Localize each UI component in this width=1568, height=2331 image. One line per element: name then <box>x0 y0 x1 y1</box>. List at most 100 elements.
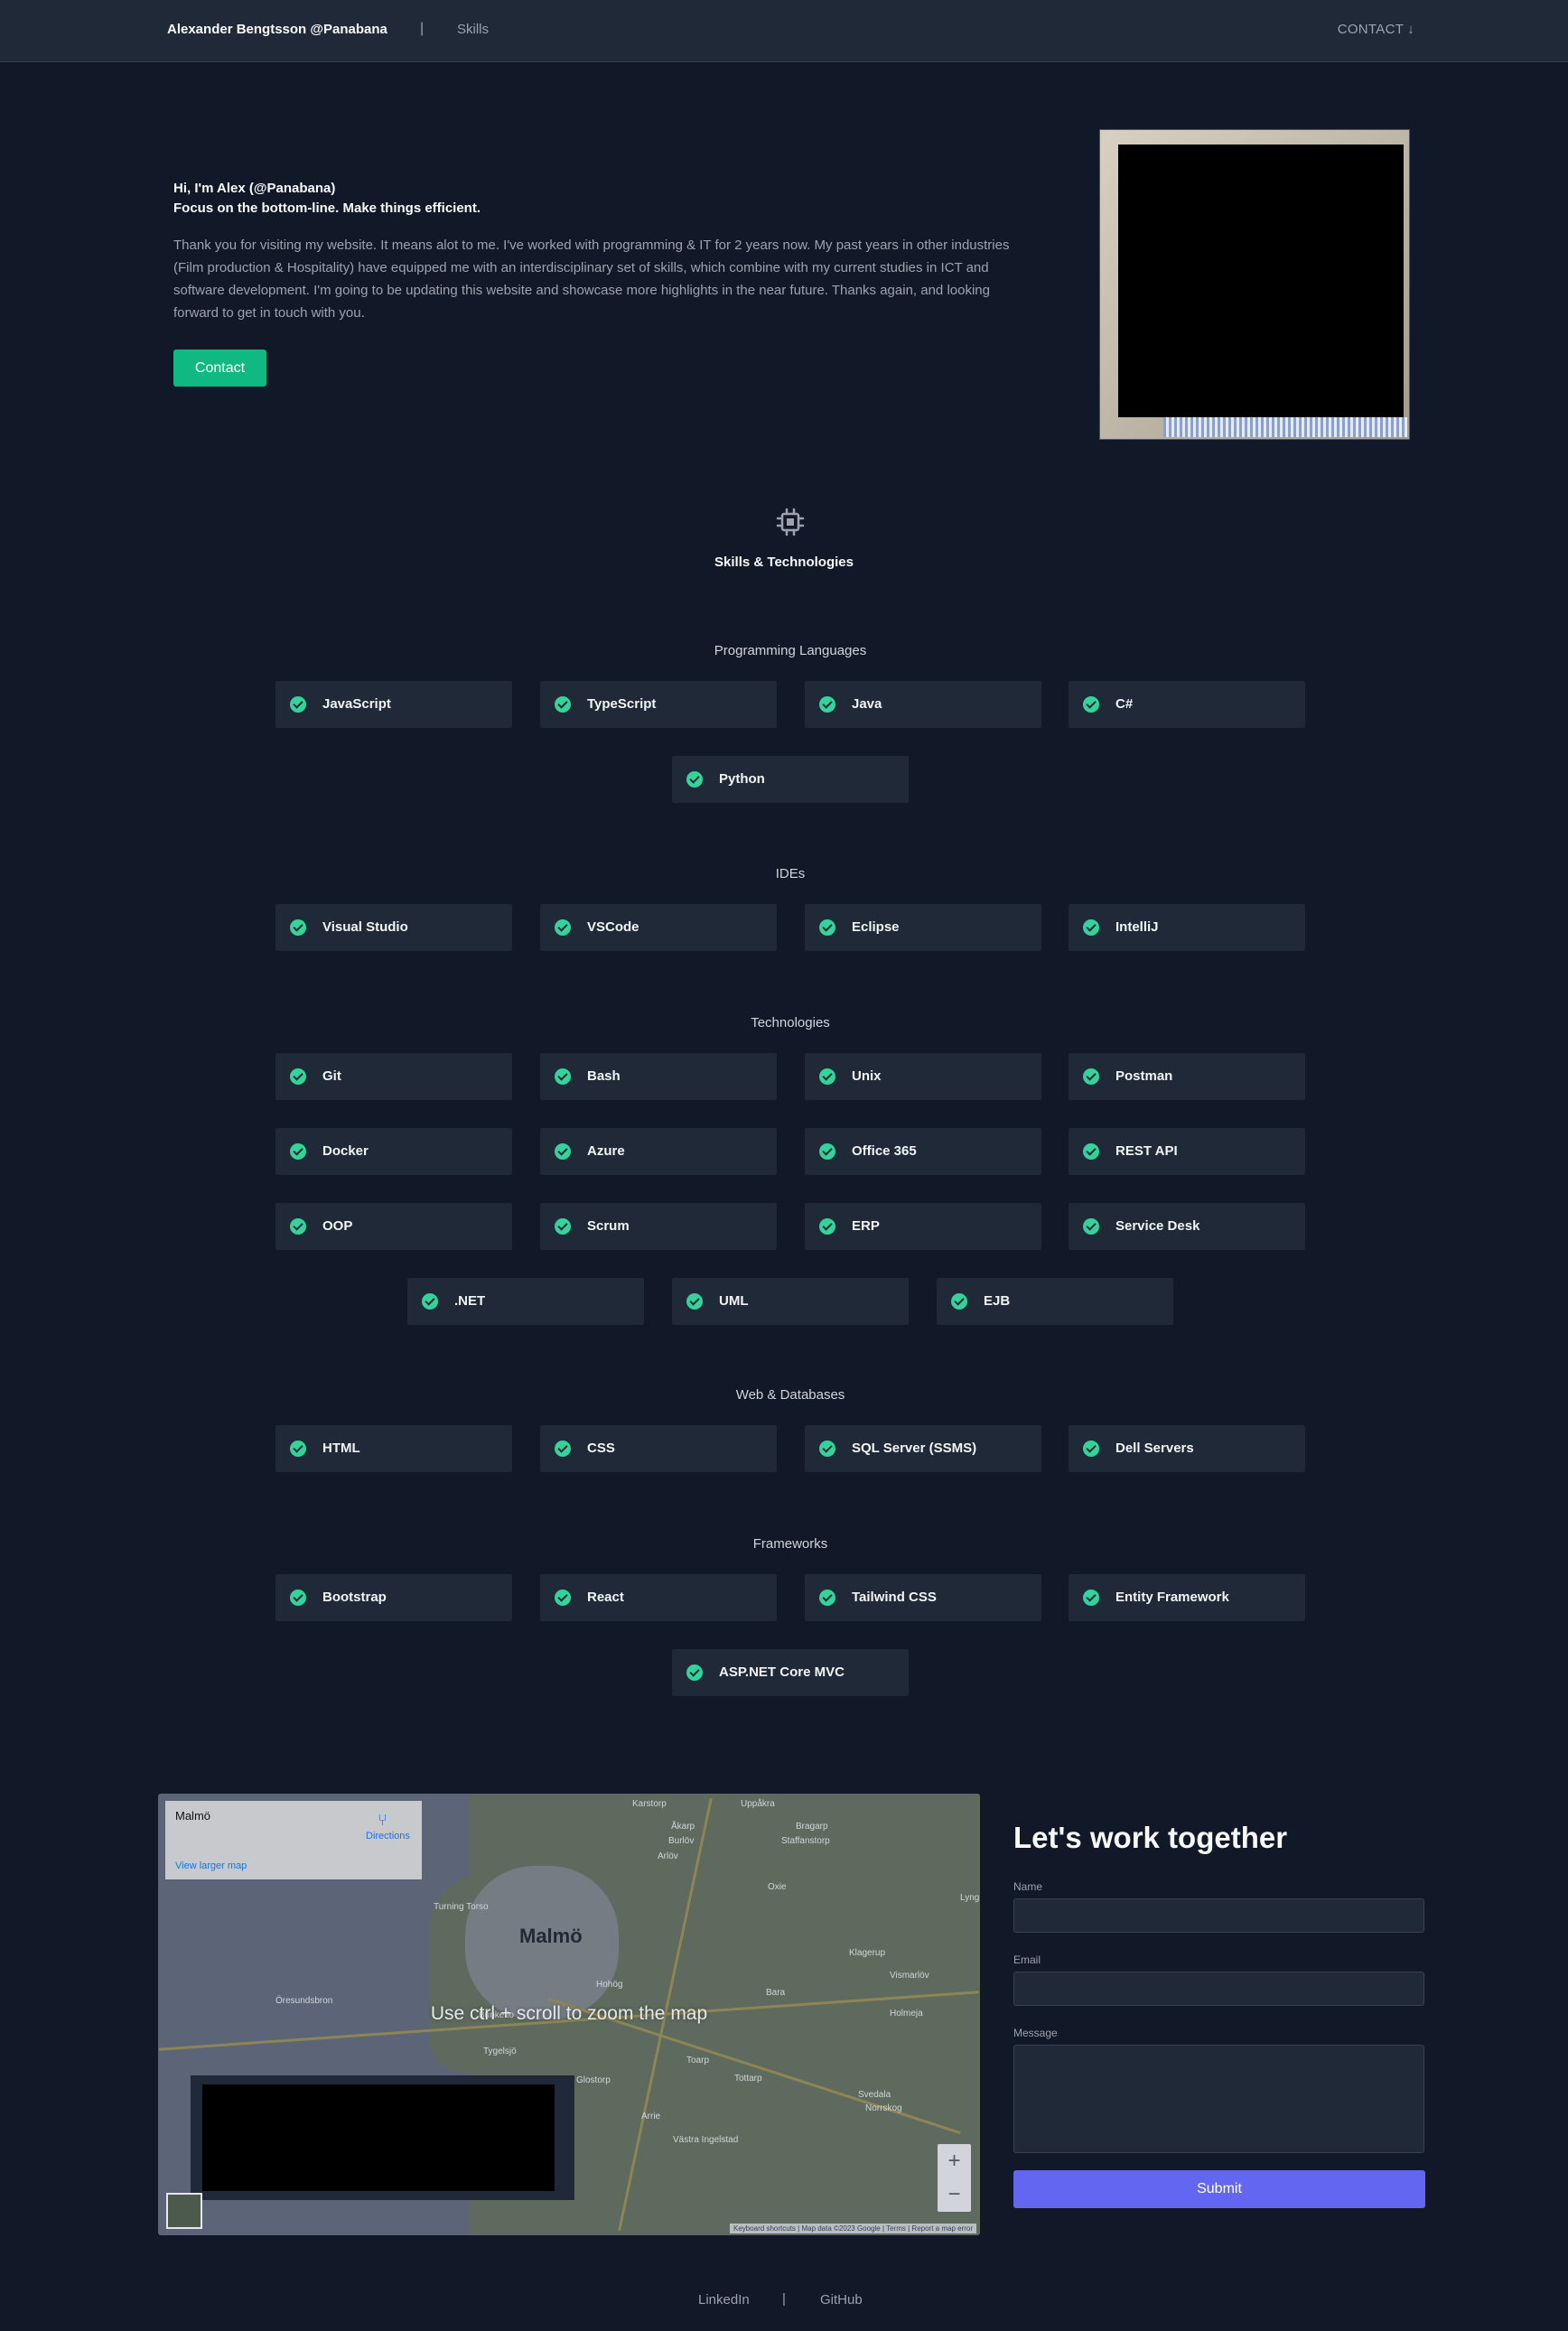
skill-label: UML <box>719 1293 749 1309</box>
skill-card: TypeScript <box>540 681 777 728</box>
brand-name[interactable]: Alexander Bengtsson @Panabana <box>167 22 387 37</box>
check-circle-icon <box>555 919 571 936</box>
skill-label: Scrum <box>587 1218 630 1234</box>
check-circle-icon <box>290 1068 306 1085</box>
map-city-label: Malmö <box>519 1925 583 1947</box>
skill-label: Azure <box>587 1143 625 1159</box>
footer-linkedin-link[interactable]: LinkedIn <box>698 2292 750 2308</box>
skill-card: OOP <box>275 1203 512 1250</box>
skill-card: Service Desk <box>1069 1203 1305 1250</box>
directions-icon[interactable]: ⑂ <box>378 1812 394 1828</box>
map-place-label: Tottarp <box>734 2074 762 2084</box>
check-circle-icon <box>686 1664 703 1681</box>
check-circle-icon <box>290 919 306 936</box>
check-circle-icon <box>1083 1068 1099 1085</box>
skill-label: Python <box>719 771 765 787</box>
skill-label: Dell Servers <box>1115 1441 1194 1456</box>
name-label: Name <box>1013 1880 1043 1893</box>
map-place-label: Vismarlöv <box>890 1971 929 1981</box>
hero-intro-text: Thank you for visiting my website. It me… <box>173 238 1010 321</box>
skill-label: JavaScript <box>322 696 391 712</box>
map-place-label: Karstorp <box>632 1799 667 1809</box>
nav-contact-label: CONTACT <box>1337 22 1405 37</box>
skill-label: Unix <box>852 1068 882 1084</box>
skill-card: Entity Framework <box>1069 1574 1305 1621</box>
skill-card: Unix <box>805 1053 1041 1100</box>
map-embed[interactable]: Karstorp Uppåkra Åkarp Bragarp Staffanstorp B… <box>158 1794 980 2235</box>
map-place-label: Bragarp <box>796 1822 828 1832</box>
skill-card: Docker <box>275 1128 512 1175</box>
photo-shirt-detail <box>1163 417 1407 437</box>
skill-label: C# <box>1115 696 1134 712</box>
skill-card: Bash <box>540 1053 777 1100</box>
skill-label: ERP <box>852 1218 880 1234</box>
check-circle-icon <box>686 1293 703 1310</box>
hero-tagline: Focus on the bottom-line. Make things ef… <box>173 200 481 216</box>
check-circle-icon <box>290 1218 306 1235</box>
skill-card: VSCode <box>540 904 777 951</box>
map-place-label: Västra Ingelstad <box>673 2135 739 2145</box>
skill-category-title: Frameworks <box>752 1536 828 1552</box>
skill-card: HTML <box>275 1425 512 1472</box>
check-circle-icon <box>555 1143 571 1160</box>
check-circle-icon <box>819 1143 835 1160</box>
skill-card: Tailwind CSS <box>805 1574 1041 1621</box>
skill-category-title: Technologies <box>751 1015 830 1030</box>
check-circle-icon <box>1083 1590 1099 1606</box>
check-circle-icon <box>422 1293 438 1310</box>
skill-label: Visual Studio <box>322 919 408 935</box>
skill-card: REST API <box>1069 1128 1305 1175</box>
skill-card: Python <box>672 756 909 803</box>
skill-card: Scrum <box>540 1203 777 1250</box>
skill-label: Git <box>322 1068 341 1084</box>
map-place-label: Turning Torso <box>434 1902 489 1912</box>
check-circle-icon <box>290 1143 306 1160</box>
map-place-label: Bara <box>766 1988 786 1998</box>
map-place-label: Uppåkra <box>741 1799 775 1809</box>
skill-card: C# <box>1069 681 1305 728</box>
skill-card: Office 365 <box>805 1128 1041 1175</box>
email-field[interactable] <box>1013 1972 1424 2006</box>
skill-label: Service Desk <box>1115 1218 1200 1234</box>
check-circle-icon <box>555 1068 571 1085</box>
skill-card: Git <box>275 1053 512 1100</box>
hero-contact-button[interactable]: Contact <box>173 350 266 387</box>
nav-separator: | <box>420 21 425 36</box>
skill-label: OOP <box>322 1218 353 1234</box>
check-circle-icon <box>1083 1218 1099 1235</box>
skill-category-title: Web & Databases <box>735 1387 845 1403</box>
top-nav: Alexander Bengtsson @Panabana | Skills C… <box>0 0 1568 62</box>
skill-label: Eclipse <box>852 919 900 935</box>
map-redaction <box>202 2084 555 2191</box>
street-view-thumbnail[interactable] <box>166 2193 202 2229</box>
zoom-in-button[interactable]: + <box>938 2144 971 2177</box>
check-circle-icon <box>686 771 703 788</box>
map-place-label: Oxie <box>768 1882 787 1892</box>
footer-github-link[interactable]: GitHub <box>820 2292 863 2308</box>
message-field[interactable] <box>1013 2045 1424 2153</box>
skill-label: CSS <box>587 1441 615 1456</box>
check-circle-icon <box>819 1441 835 1457</box>
photo-redaction <box>1118 145 1404 417</box>
submit-button[interactable]: Submit <box>1013 2170 1425 2208</box>
skill-label: Entity Framework <box>1115 1590 1229 1605</box>
map-place-label: Staffanstorp <box>781 1836 830 1846</box>
map-attribution[interactable]: Keyboard shortcuts | Map data ©2023 Goog… <box>730 2224 976 2233</box>
view-larger-map-link[interactable]: View larger map <box>175 1860 247 1871</box>
skill-card: CSS <box>540 1425 777 1472</box>
check-circle-icon <box>290 1590 306 1606</box>
skill-label: Office 365 <box>852 1143 917 1159</box>
skill-card: Dell Servers <box>1069 1425 1305 1472</box>
map-place-label: Tygelsjö <box>483 2047 517 2056</box>
skill-card: React <box>540 1574 777 1621</box>
nav-contact-link[interactable]: CONTACT ↓ <box>1338 22 1414 37</box>
skill-label: Docker <box>322 1143 369 1159</box>
skill-label: Bash <box>587 1068 621 1084</box>
check-circle-icon <box>819 1068 835 1085</box>
skill-label: .NET <box>454 1293 486 1309</box>
name-field[interactable] <box>1013 1898 1424 1933</box>
zoom-out-button[interactable]: − <box>938 2177 971 2211</box>
map-place-label: Lyngby <box>960 1893 980 1903</box>
nav-skills-link[interactable]: Skills <box>457 22 489 37</box>
directions-link[interactable]: Directions <box>366 1831 410 1841</box>
